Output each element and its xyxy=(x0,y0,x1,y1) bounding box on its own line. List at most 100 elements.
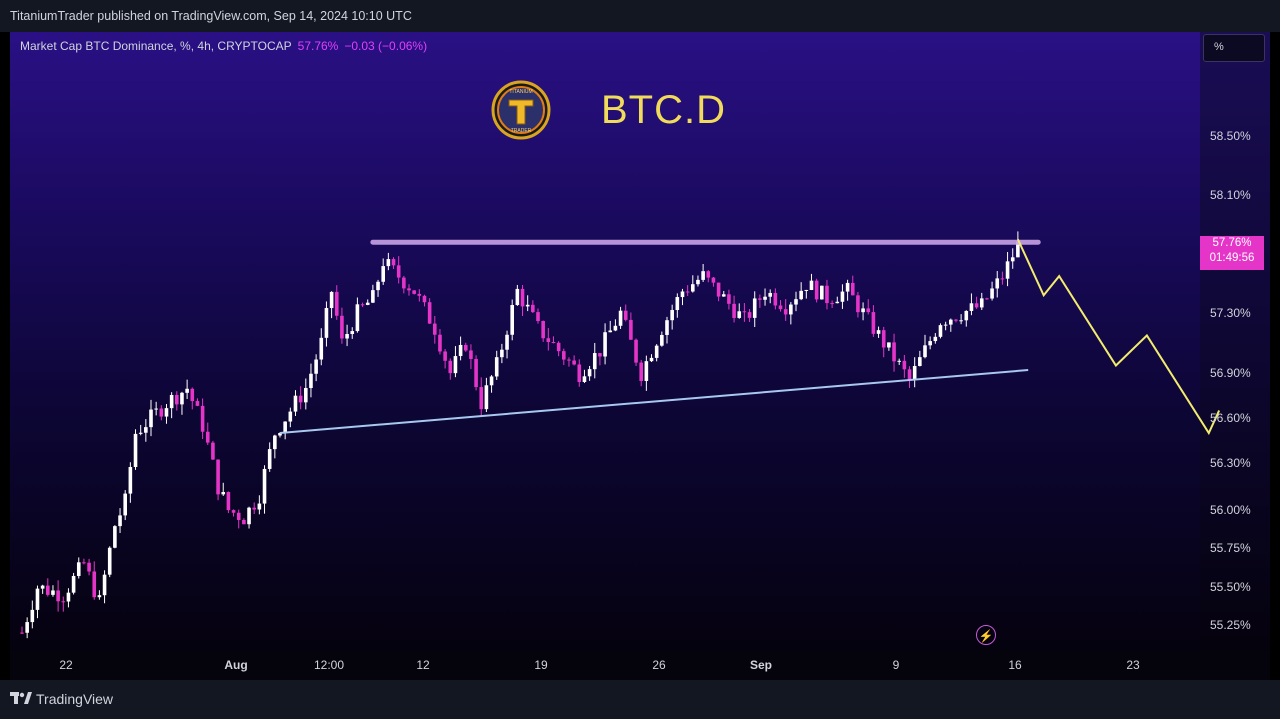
candle-body xyxy=(938,325,943,337)
candle-body xyxy=(479,387,484,410)
candle-body xyxy=(386,259,391,267)
y-tick-label: 58.10% xyxy=(1210,188,1251,202)
candle-body xyxy=(102,574,107,596)
candle-body xyxy=(654,345,659,358)
candle-body xyxy=(856,295,860,313)
candle-body xyxy=(118,515,122,527)
x-axis-ticks: 22 Aug 12:00 12 19 26 Sep 9 16 23 xyxy=(59,658,1140,672)
candle-body xyxy=(618,310,623,326)
series-legend[interactable]: Market Cap BTC Dominance, %, 4h, CRYPTOC… xyxy=(20,39,427,53)
svg-text:TITANIUM: TITANIUM xyxy=(509,89,532,95)
candle-body xyxy=(288,411,293,422)
candle-body xyxy=(665,320,669,335)
candle-body xyxy=(577,364,582,382)
candle-body xyxy=(365,302,370,305)
candle-body xyxy=(592,353,597,370)
unit-toggle-button[interactable]: % xyxy=(1203,34,1265,62)
candle-body xyxy=(20,632,24,634)
candle-body xyxy=(324,308,329,338)
candle-body xyxy=(211,442,215,460)
x-tick-label: 12:00 xyxy=(314,658,344,672)
candle-body xyxy=(236,512,241,520)
candle-body xyxy=(226,492,231,511)
candle-body xyxy=(190,388,195,402)
candle-body xyxy=(546,338,551,343)
candle-body xyxy=(252,507,256,510)
candle-body xyxy=(407,288,411,291)
candle-body xyxy=(1010,257,1015,262)
candle-body xyxy=(572,360,576,365)
candle-body xyxy=(293,395,298,412)
candle-body xyxy=(680,291,685,298)
candle-body xyxy=(371,290,375,303)
candle-body xyxy=(608,330,613,333)
candle-body xyxy=(711,277,716,283)
candle-body xyxy=(510,305,514,335)
candle-body xyxy=(195,401,200,406)
candle-body xyxy=(438,334,442,352)
y-tick-label: 56.30% xyxy=(1210,456,1251,470)
y-tick-label: 56.60% xyxy=(1210,411,1251,425)
x-tick-label: Sep xyxy=(750,658,772,672)
candle-body xyxy=(448,360,453,374)
candle-body xyxy=(164,408,169,417)
candle-body xyxy=(649,357,654,362)
candle-body xyxy=(531,304,535,313)
candle-body xyxy=(696,279,700,285)
candle-body xyxy=(727,294,731,304)
candle-body xyxy=(40,585,45,589)
candle-body xyxy=(76,562,81,576)
candle-body xyxy=(876,330,881,334)
series-name: Market Cap BTC Dominance, %, 4h, CRYPTOC… xyxy=(20,39,292,53)
candle-body xyxy=(489,376,494,386)
candles-layer xyxy=(20,231,1020,639)
candle-body xyxy=(474,358,478,388)
candle-body xyxy=(422,295,427,303)
candle-body xyxy=(427,302,432,324)
candle-body xyxy=(175,394,179,405)
candle-body xyxy=(737,311,742,318)
candle-body xyxy=(262,468,267,504)
candle-body xyxy=(742,311,747,313)
candle-body xyxy=(902,360,907,370)
candle-body xyxy=(887,342,891,348)
y-tick-label: 58.50% xyxy=(1210,129,1251,143)
flash-icon[interactable]: ⚡ xyxy=(976,625,996,645)
candle-body xyxy=(747,312,752,318)
candle-body xyxy=(949,319,953,325)
candle-body xyxy=(257,503,262,510)
candle-body xyxy=(396,265,401,278)
candle-body xyxy=(494,357,499,377)
candle-body xyxy=(71,575,76,593)
candle-body xyxy=(964,310,969,321)
candle-body xyxy=(778,305,783,310)
candle-body xyxy=(974,303,979,308)
candle-body xyxy=(897,360,901,362)
candle-body xyxy=(794,299,798,305)
support-trendline xyxy=(279,369,1029,434)
candle-body xyxy=(933,336,938,342)
candle-body xyxy=(835,301,840,304)
candle-body xyxy=(871,312,876,334)
candle-body xyxy=(381,266,385,282)
candle-body xyxy=(391,259,396,266)
candle-body xyxy=(61,601,66,603)
candle-body xyxy=(138,432,143,434)
candle-body xyxy=(1005,261,1010,279)
candle-body xyxy=(830,303,834,305)
candle-body xyxy=(267,449,272,469)
candle-body xyxy=(881,330,886,348)
candle-body xyxy=(582,376,587,382)
candle-body xyxy=(314,359,318,374)
annotations-layer xyxy=(279,238,1221,436)
candle-body xyxy=(675,297,680,311)
chart-title: BTC.D xyxy=(601,88,726,132)
candle-body xyxy=(304,388,308,403)
candle-body xyxy=(298,395,303,403)
candle-body xyxy=(567,359,571,361)
candle-body xyxy=(773,292,778,306)
candle-body xyxy=(334,291,339,316)
candle-body xyxy=(180,392,184,405)
candle-body xyxy=(360,304,365,306)
candle-body xyxy=(660,334,664,346)
